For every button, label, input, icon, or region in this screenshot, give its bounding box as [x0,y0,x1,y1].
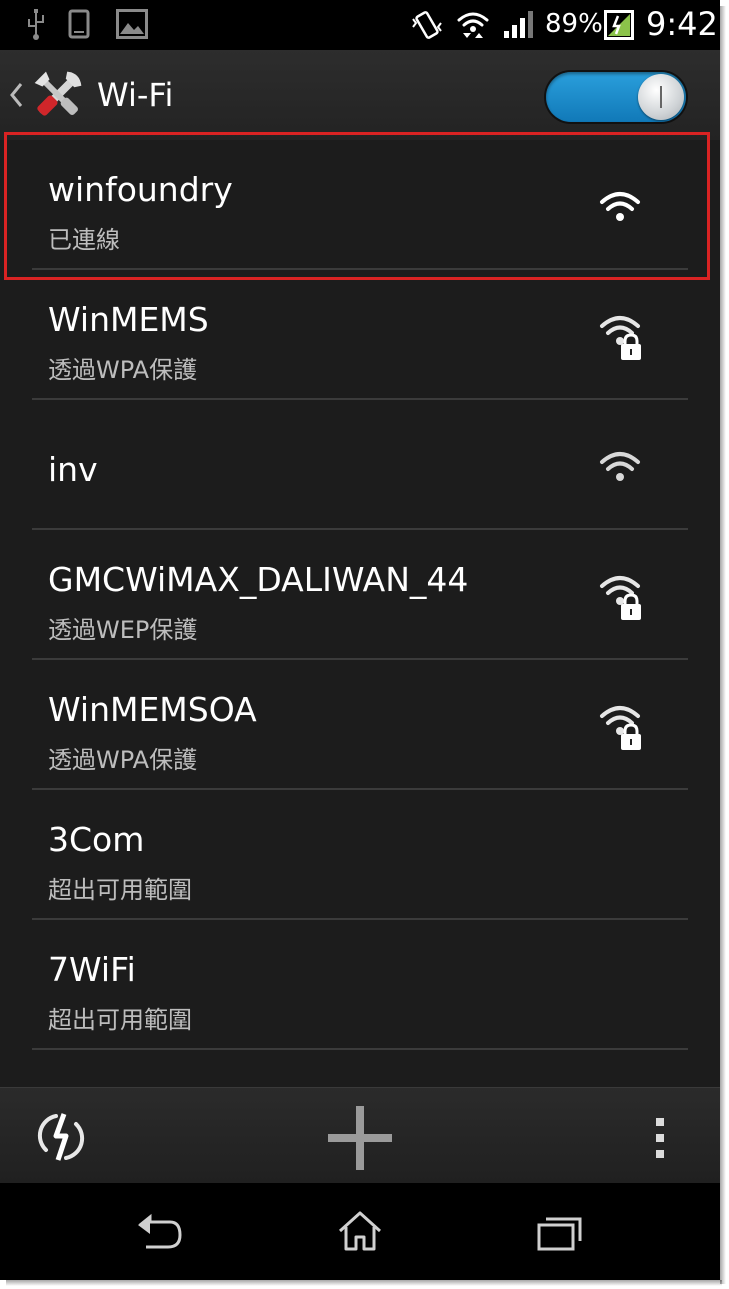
home-icon[interactable] [336,1209,384,1257]
network-row-winfoundry[interactable]: winfoundry 已連線 [0,140,720,270]
phone-screen: 89% 9:42 Wi-Fi winfoundry 已連線 WinMEMS 透過… [0,0,720,1280]
wifi-locked-icon [596,312,644,360]
status-bar: 89% 9:42 [0,0,720,50]
network-ssid: WinMEMSOA [48,690,257,729]
add-network-icon[interactable] [326,1104,394,1176]
network-row-winmems[interactable]: WinMEMS 透過WPA保護 [0,270,720,400]
wifi-transfer-icon [455,9,491,45]
wps-icon[interactable] [34,1108,88,1170]
bottom-action-bar [0,1087,720,1184]
network-ssid: 3Com [48,820,145,859]
usb-icon [24,9,48,45]
phone-icon [68,9,90,45]
network-status: 超出可用範圍 [48,876,192,904]
network-row-3com[interactable]: 3Com 超出可用範圍 [0,790,720,920]
network-ssid: WinMEMS [48,300,209,339]
status-clock: 9:42 [646,5,718,43]
network-list: winfoundry 已連線 WinMEMS 透過WPA保護 inv GMCWiMAX_D… [0,140,720,1087]
back-icon[interactable] [136,1213,184,1257]
screen-shadow-right [720,6,726,1284]
network-ssid: 7WiFi [48,950,136,989]
wifi-signal-icon [596,188,644,236]
image-icon [116,9,148,43]
recent-apps-icon[interactable] [536,1213,584,1257]
network-status: 透過WPA保護 [48,746,198,774]
wifi-signal-icon [596,448,644,496]
network-row-inv[interactable]: inv [0,400,720,530]
battery-charging-icon [604,10,634,44]
network-ssid: winfoundry [48,170,233,209]
network-status: 透過WEP保護 [48,616,198,644]
network-ssid: inv [48,450,98,489]
network-row-partial[interactable] [0,1050,720,1087]
wifi-locked-icon [596,702,644,750]
overflow-menu-icon[interactable] [654,1118,666,1162]
battery-percentage: 89% [545,9,603,39]
page-title: Wi-Fi [97,76,174,114]
settings-tools-icon[interactable] [30,66,86,128]
network-status: 已連線 [48,226,120,254]
network-row-7wifi[interactable]: 7WiFi 超出可用範圍 [0,920,720,1050]
navigation-bar [0,1183,720,1280]
up-chevron-icon[interactable] [8,81,24,113]
toggle-knob[interactable] [638,74,684,120]
cell-signal-icon [502,9,536,43]
wifi-locked-icon [596,572,644,620]
vibrate-icon [410,9,444,45]
network-row-gmcwimax-daliwan-44[interactable]: GMCWiMAX_DALIWAN_44 透過WEP保護 [0,530,720,660]
network-status: 超出可用範圍 [48,1006,192,1034]
network-ssid: GMCWiMAX_DALIWAN_44 [48,560,469,599]
screen-shadow-bottom [6,1280,722,1286]
action-bar: Wi-Fi [0,50,720,140]
network-row-winmemsoa[interactable]: WinMEMSOA 透過WPA保護 [0,660,720,790]
wifi-toggle-switch[interactable] [546,72,686,122]
network-status: 透過WPA保護 [48,356,198,384]
